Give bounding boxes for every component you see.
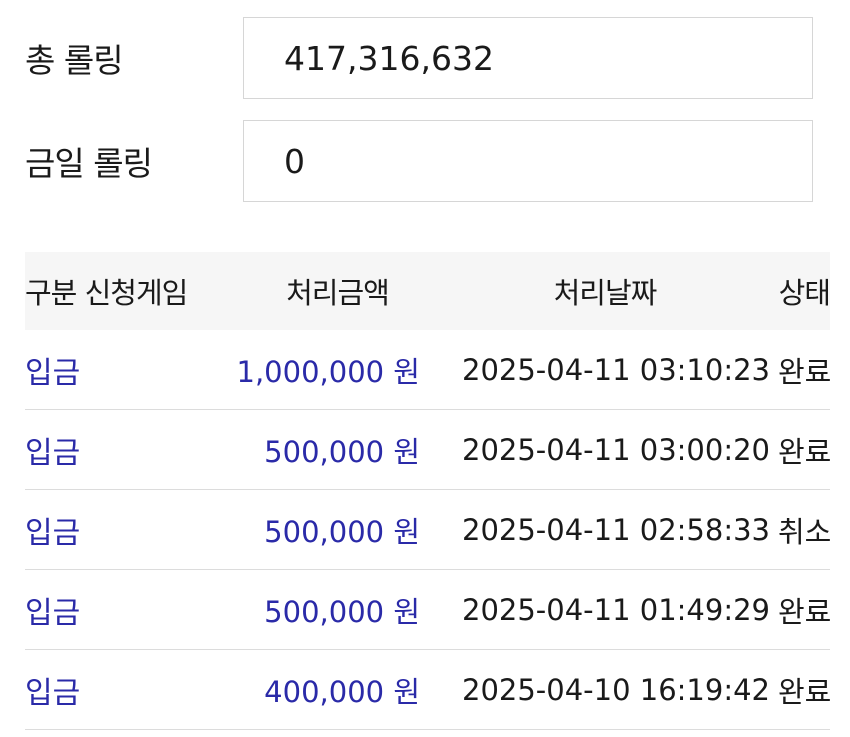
header-date: 처리날짜	[553, 276, 658, 310]
row-type[interactable]: 입금	[25, 668, 230, 712]
table-header: 구분 신청게임 처리금액 처리날짜 상태	[25, 252, 831, 330]
today-rolling-row: 금일 롤링 0	[25, 120, 813, 202]
row-status: 취소	[778, 514, 832, 549]
row-amount[interactable]: 400,000 원	[230, 669, 420, 711]
row-amount[interactable]: 1,000,000 원	[230, 349, 421, 391]
table-row[interactable]: 입금 1,000,000 원 2025-04-11 03:10:23 완료	[25, 330, 832, 410]
today-rolling-value: 0	[243, 120, 813, 202]
row-date: 2025-04-10 16:19:42	[462, 672, 770, 707]
row-date: 2025-04-11 03:00:20	[462, 432, 770, 467]
header-type: 구분 신청게임	[25, 276, 188, 310]
row-status: 완료	[778, 594, 832, 629]
total-rolling-label: 총 롤링	[25, 41, 124, 80]
row-status: 완료	[778, 354, 832, 389]
row-amount[interactable]: 500,000 원	[230, 429, 420, 471]
header-amount: 처리금액	[286, 276, 390, 310]
row-date: 2025-04-11 02:58:33	[462, 512, 770, 547]
row-type[interactable]: 입금	[25, 588, 230, 632]
today-rolling-label: 금일 롤링	[25, 144, 153, 183]
row-date: 2025-04-11 01:49:29	[462, 592, 770, 627]
table-row[interactable]: 입금 500,000 원 2025-04-11 01:49:29 완료	[25, 570, 832, 650]
total-rolling-value: 417,316,632	[243, 17, 813, 99]
history-table: 구분 신청게임 처리금액 처리날짜 상태 입금 1,000,000 원 2025…	[25, 252, 832, 730]
row-type[interactable]: 입금	[25, 348, 230, 392]
table-row[interactable]: 입금 500,000 원 2025-04-11 03:00:20 완료	[25, 410, 832, 490]
row-amount[interactable]: 500,000 원	[230, 589, 420, 631]
table-row[interactable]: 입금 500,000 원 2025-04-11 02:58:33 취소	[25, 490, 832, 570]
total-rolling-row: 총 롤링 417,316,632	[25, 17, 813, 99]
row-type[interactable]: 입금	[25, 508, 230, 552]
row-amount[interactable]: 500,000 원	[230, 509, 420, 551]
row-type[interactable]: 입금	[25, 428, 230, 472]
row-status: 완료	[778, 434, 832, 469]
header-status: 상태	[778, 276, 831, 310]
table-row[interactable]: 입금 400,000 원 2025-04-10 16:19:42 완료	[25, 650, 832, 730]
row-status: 완료	[778, 674, 832, 709]
row-date: 2025-04-11 03:10:23	[462, 352, 770, 387]
